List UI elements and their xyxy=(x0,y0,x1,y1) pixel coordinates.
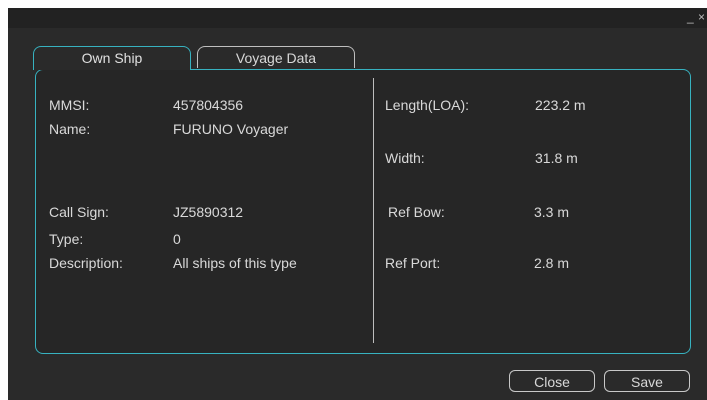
width-label: Width: xyxy=(385,150,425,166)
tab-own-ship[interactable]: Own Ship xyxy=(33,46,191,70)
ship-data-dialog: _ × Own Ship Voyage Data MMSI: 457804356… xyxy=(8,8,707,400)
name-value: FURUNO Voyager xyxy=(173,121,289,137)
minimize-icon[interactable]: _ xyxy=(687,10,694,24)
ref-port-label: Ref Port: xyxy=(385,255,441,271)
ref-bow-label: Ref Bow: xyxy=(388,204,445,220)
ref-bow-value: 3.3 m xyxy=(534,204,570,220)
close-icon[interactable]: × xyxy=(698,10,705,24)
own-ship-panel: MMSI: 457804356 Name: FURUNO Voyager Cal… xyxy=(35,69,691,354)
name-label: Name: xyxy=(49,121,91,137)
call-sign-label: Call Sign: xyxy=(49,204,109,220)
save-button[interactable]: Save xyxy=(604,370,690,392)
mmsi-value: 457804356 xyxy=(173,97,244,113)
close-button[interactable]: Close xyxy=(509,370,595,392)
column-divider xyxy=(373,78,374,343)
ref-port-value: 2.8 m xyxy=(534,255,570,271)
mmsi-label: MMSI: xyxy=(49,97,90,113)
type-label: Type: xyxy=(49,231,84,247)
width-value: 31.8 m xyxy=(535,150,578,166)
title-bar: _ × xyxy=(8,8,707,28)
description-label: Description: xyxy=(49,255,123,271)
call-sign-value: JZ5890312 xyxy=(173,204,244,220)
type-value: 0 xyxy=(173,231,181,247)
description-value: All ships of this type xyxy=(173,255,297,271)
length-label: Length(LOA): xyxy=(385,97,470,113)
tab-voyage-data[interactable]: Voyage Data xyxy=(197,46,355,68)
length-value: 223.2 m xyxy=(535,97,586,113)
